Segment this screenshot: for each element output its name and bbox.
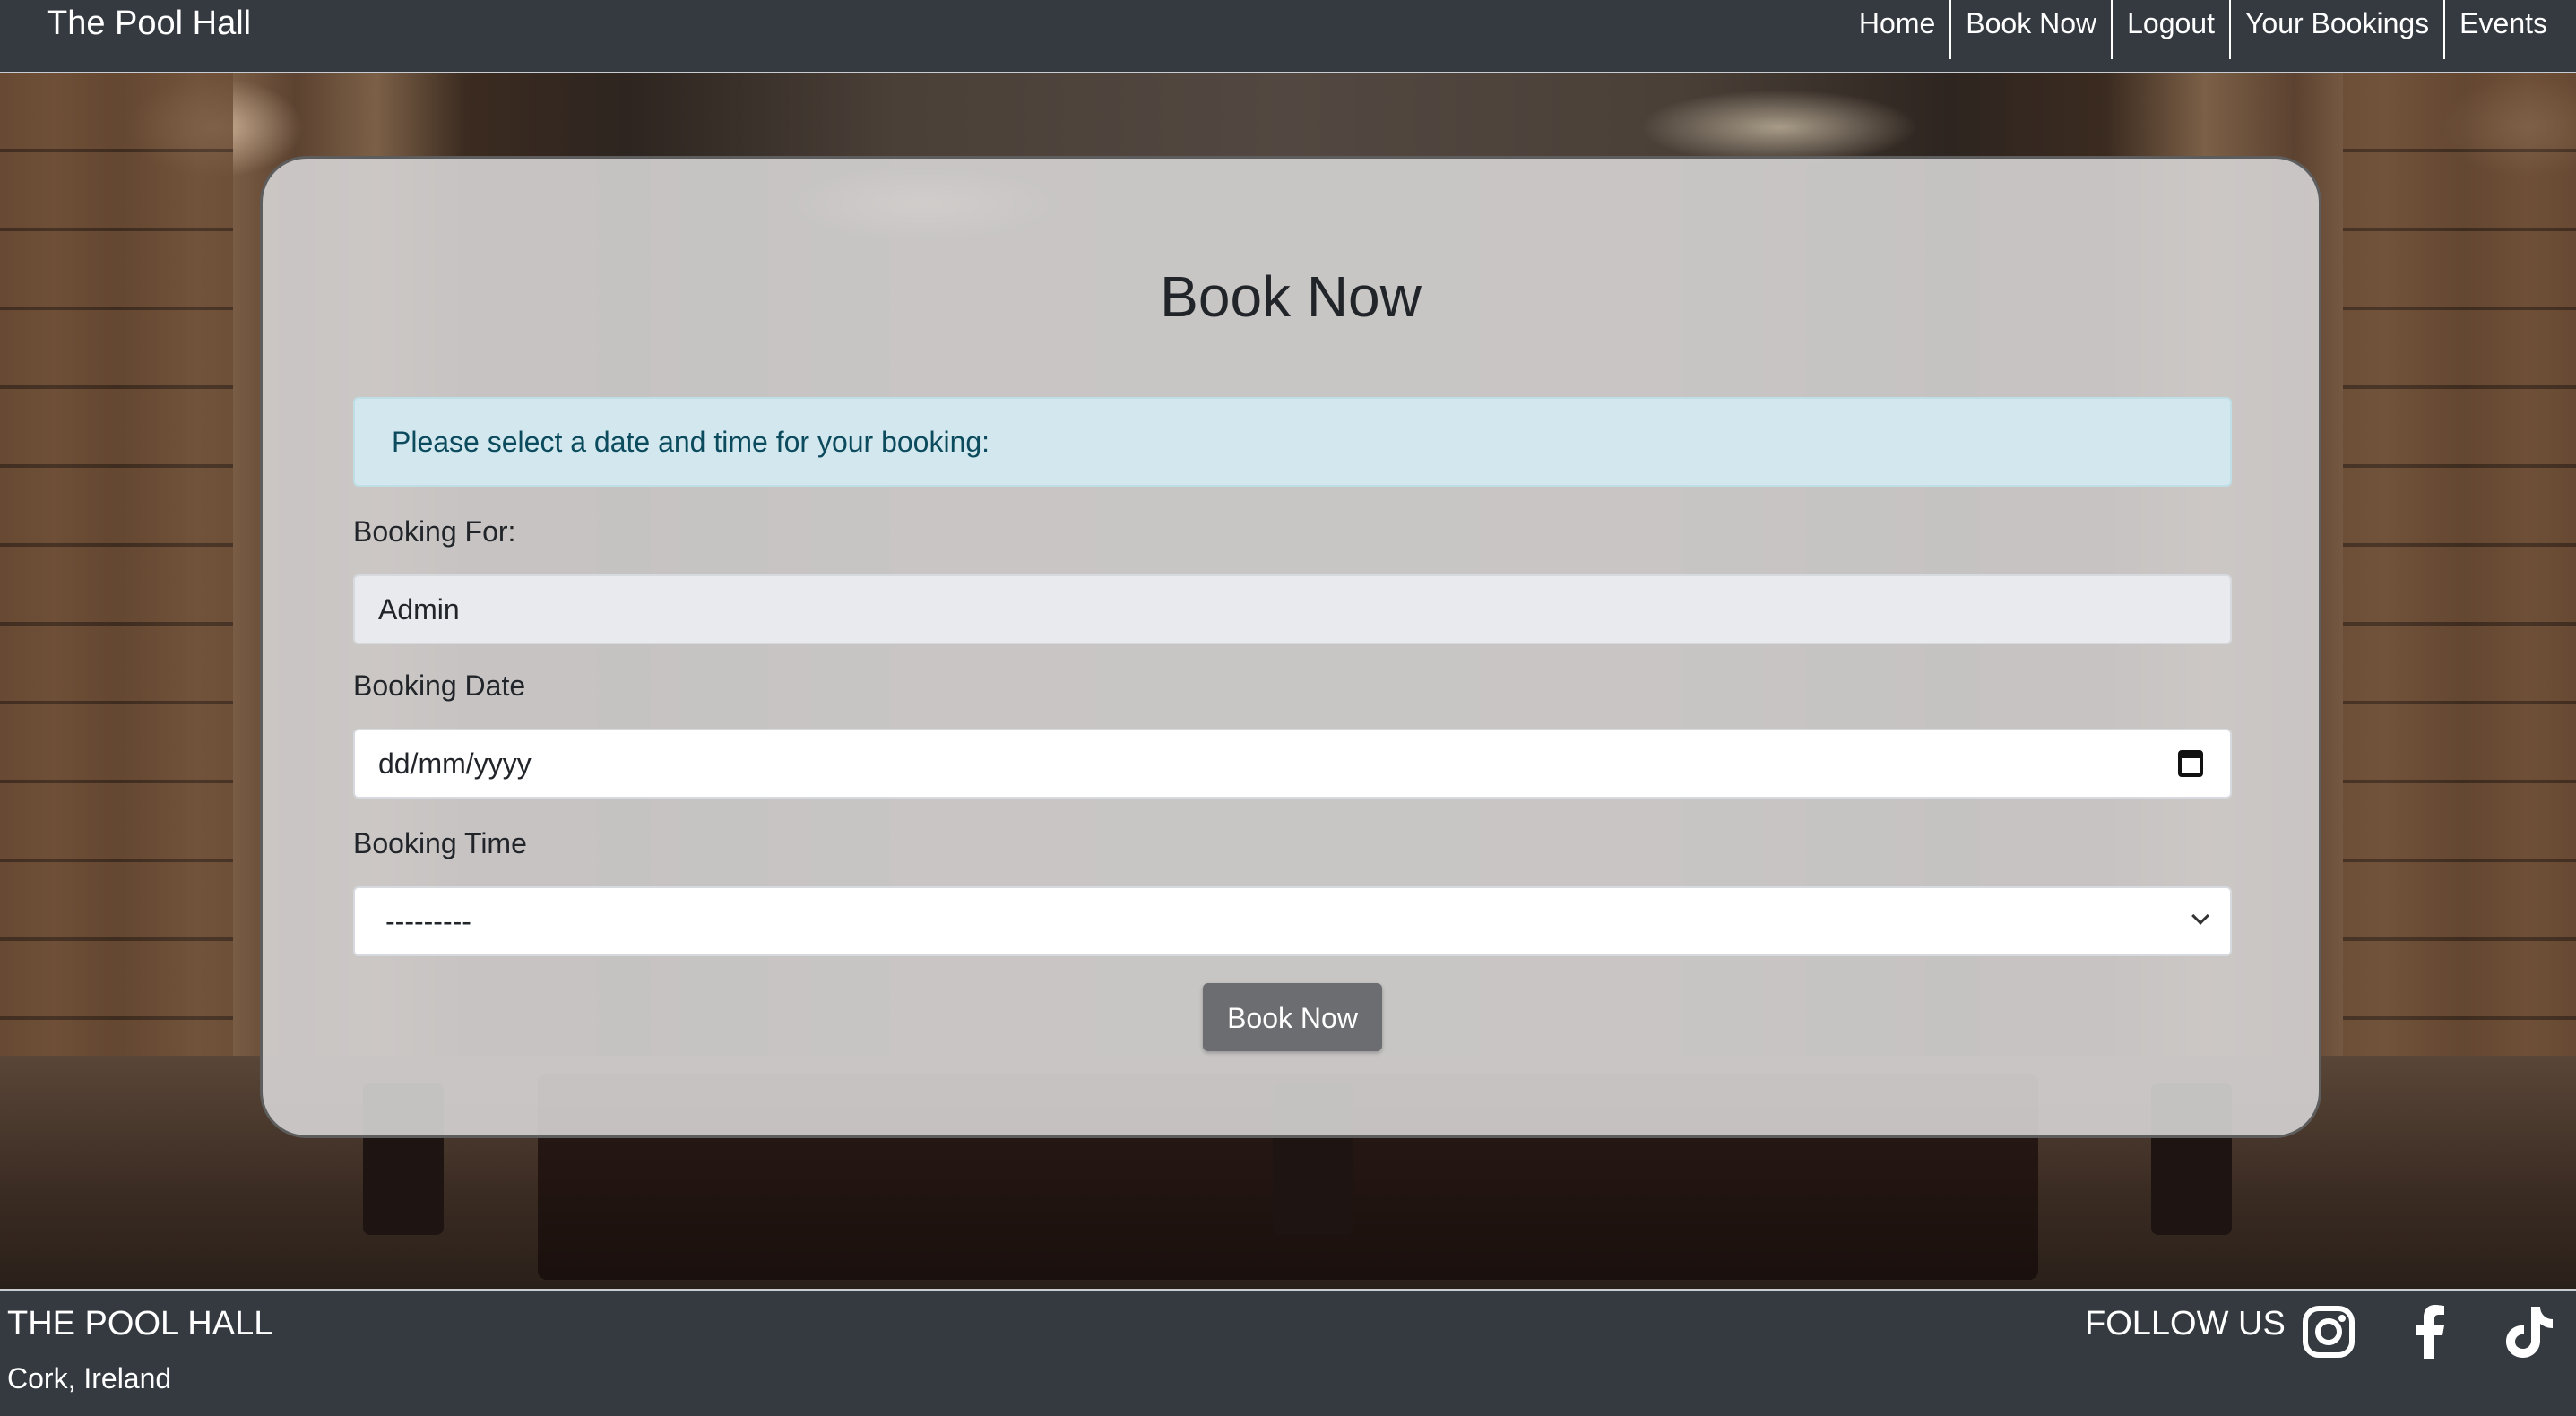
book-now-button[interactable]: Book Now <box>1203 983 1382 1051</box>
top-navbar: The Pool Hall Home Book Now Logout Your … <box>0 0 2576 73</box>
wood-wall-left <box>0 73 233 1059</box>
booking-date-placeholder: dd/mm/yyyy <box>378 747 532 780</box>
facebook-icon[interactable] <box>2402 1303 2459 1360</box>
booking-time-selected: --------- <box>385 905 471 937</box>
booking-date-input[interactable]: dd/mm/yyyy <box>353 729 2232 799</box>
nav-link-your-bookings[interactable]: Your Bookings <box>2228 0 2443 59</box>
chevron-down-icon <box>2191 907 2209 925</box>
booking-time-select[interactable]: --------- <box>353 886 2232 956</box>
page-title: Book Now <box>1160 264 1422 329</box>
nav-link-book-now[interactable]: Book Now <box>1949 0 2111 59</box>
booking-date-label: Booking Date <box>353 669 526 702</box>
instagram-icon[interactable] <box>2300 1303 2357 1360</box>
follow-us-label: FOLLOW US <box>2085 1305 2286 1343</box>
info-alert: Please select a date and time for your b… <box>353 397 2232 487</box>
footer-address: Cork, Ireland <box>7 1362 172 1394</box>
nav-link-events[interactable]: Events <box>2443 0 2562 59</box>
booking-time-label: Booking Time <box>353 827 527 859</box>
booking-for-field[interactable]: Admin <box>353 574 2232 644</box>
footer-title: THE POOL HALL <box>7 1305 273 1343</box>
booking-card: Book Now Please select a date and time f… <box>260 156 2321 1138</box>
tiktok-icon[interactable] <box>2501 1303 2558 1360</box>
nav-link-logout[interactable]: Logout <box>2111 0 2229 59</box>
calendar-icon[interactable] <box>2178 750 2203 777</box>
footer: THE POOL HALL Cork, Ireland FOLLOW US <box>0 1289 2576 1416</box>
wood-wall-right <box>2343 73 2576 1059</box>
nav-links: Home Book Now Logout Your Bookings Event… <box>1845 0 2562 59</box>
nav-link-home[interactable]: Home <box>1845 0 1949 59</box>
brand-link[interactable]: The Pool Hall <box>47 2 251 45</box>
booking-for-label: Booking For: <box>353 515 516 548</box>
booking-for-value: Admin <box>378 593 460 626</box>
